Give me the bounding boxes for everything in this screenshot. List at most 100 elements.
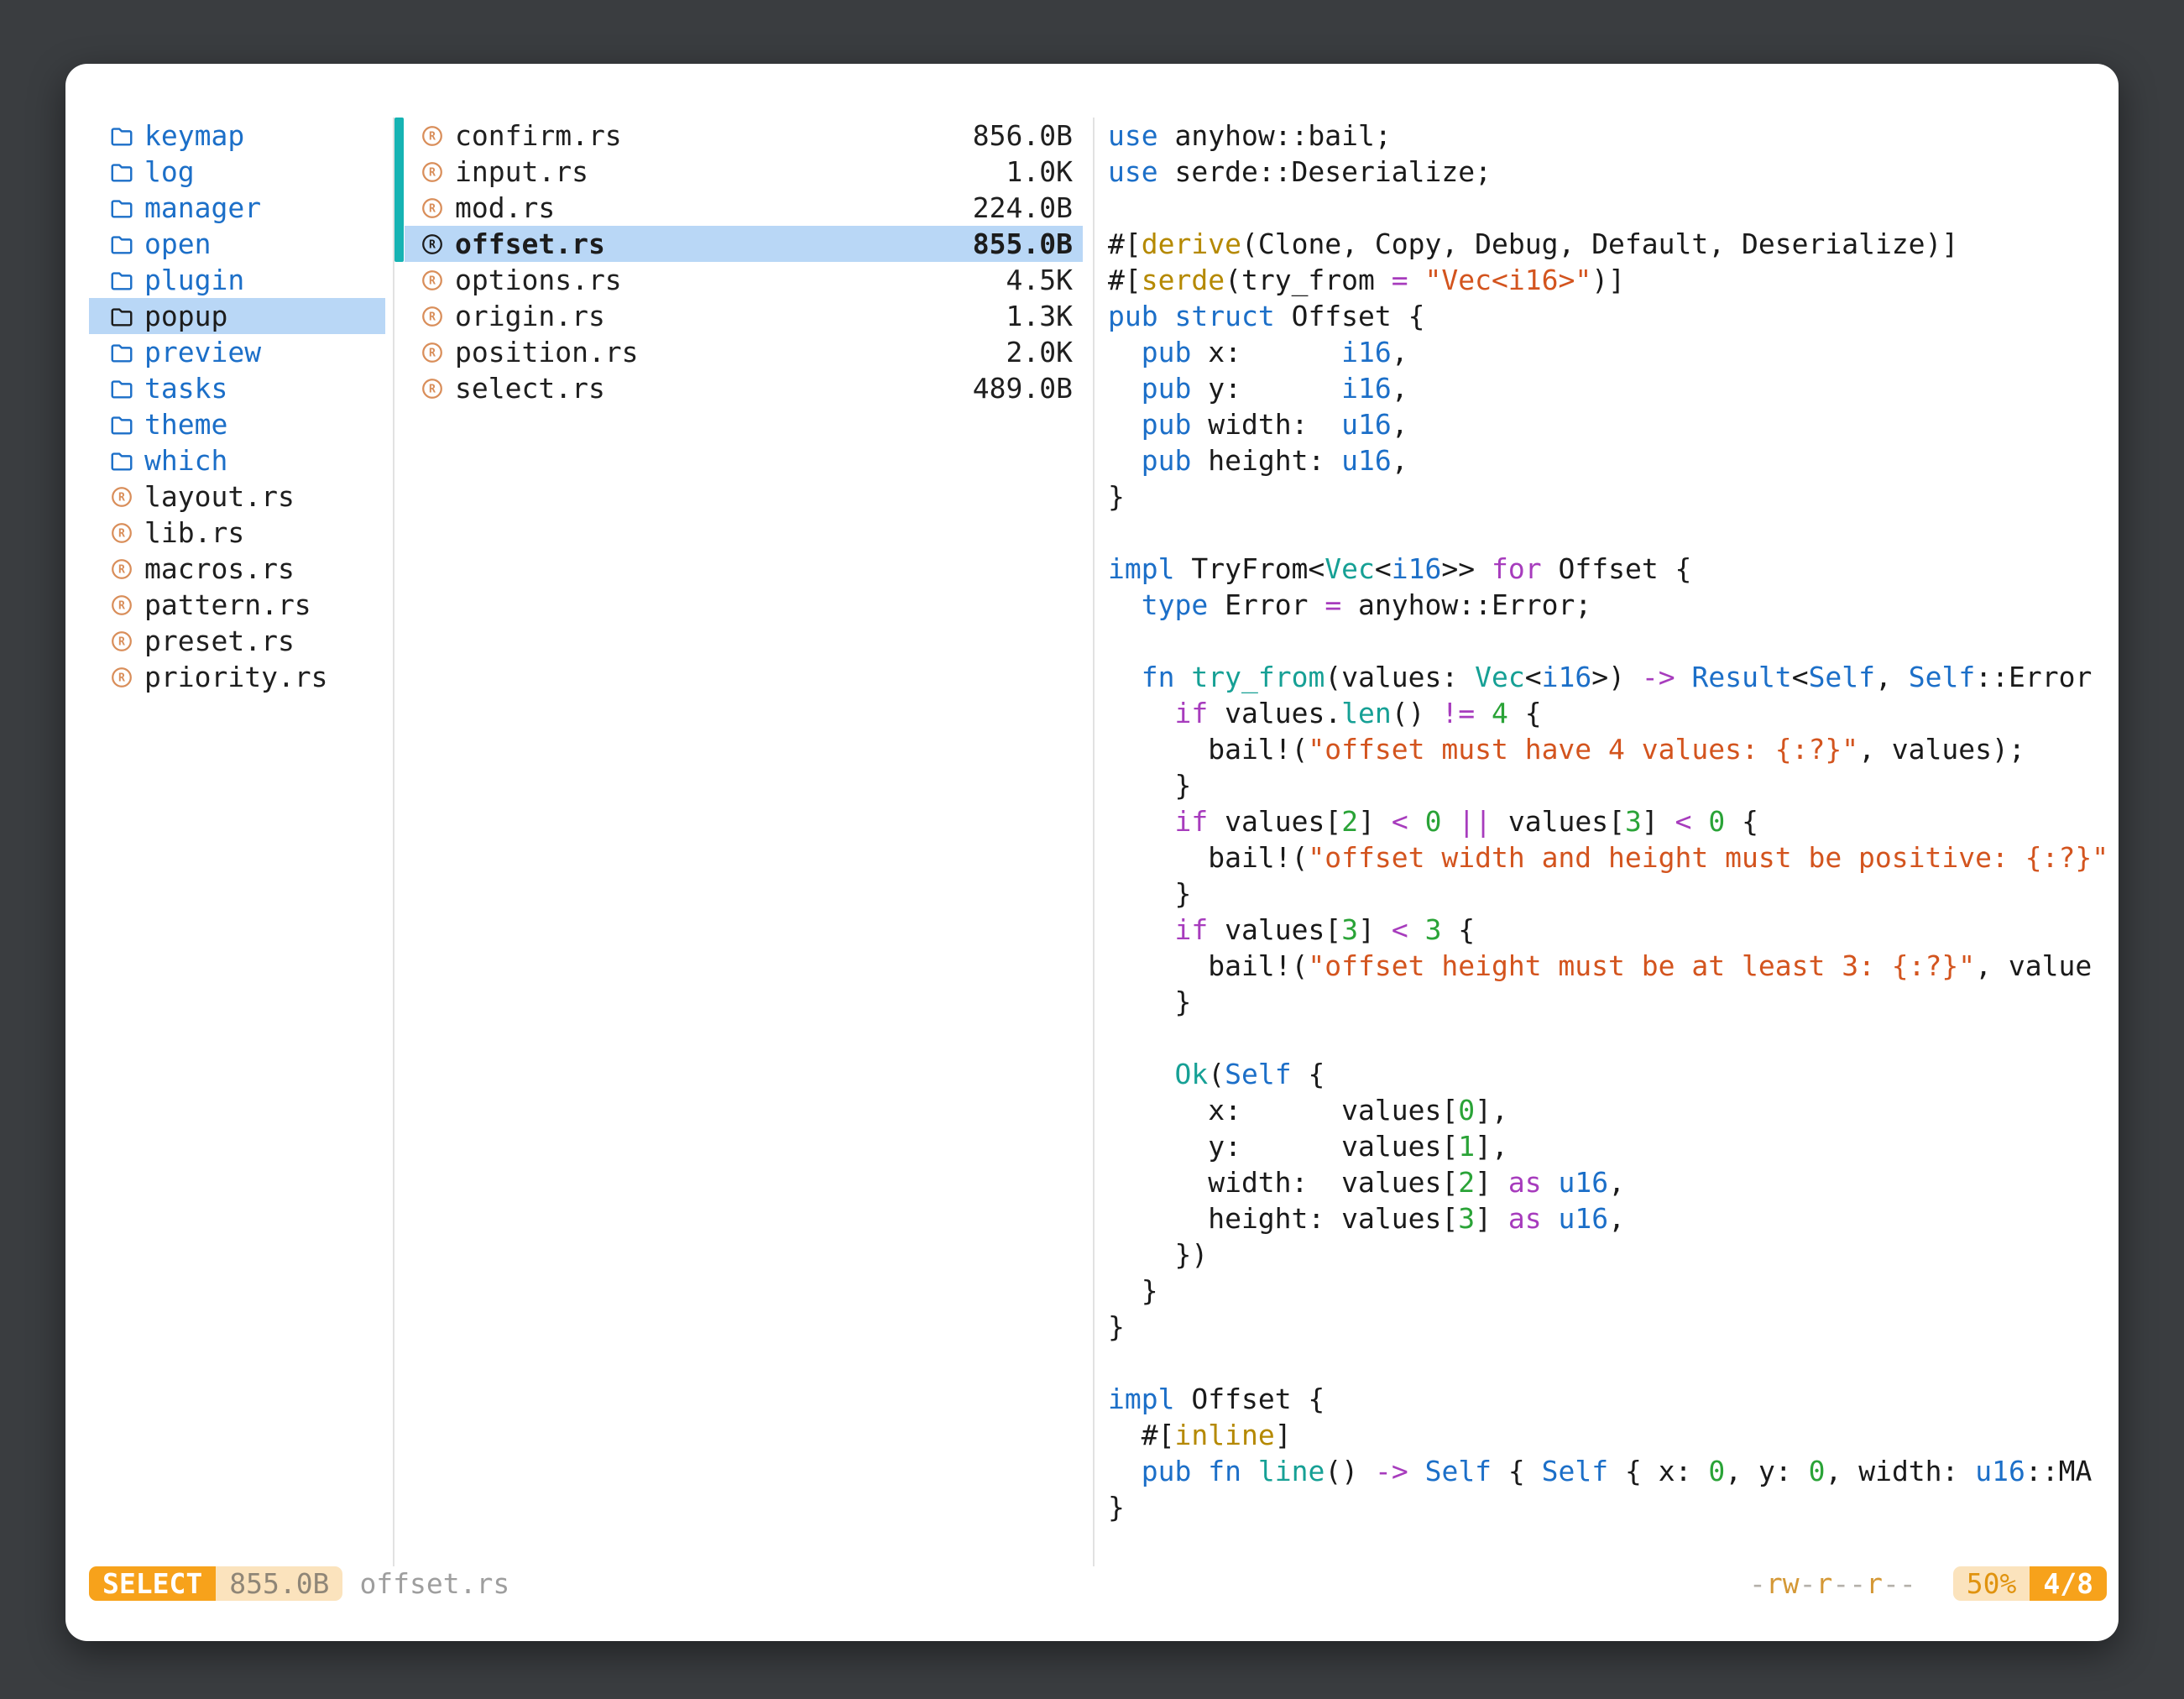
entry-name: lib.rs xyxy=(144,516,244,549)
entry-name: keymap xyxy=(144,119,244,152)
code-line xyxy=(1108,1020,2119,1056)
entry-size: 1.3K xyxy=(1006,300,1073,332)
rust-file-icon: R xyxy=(109,593,134,618)
rust-file-icon: R xyxy=(420,123,445,149)
svg-text:R: R xyxy=(118,635,125,648)
folder-row[interactable]: plugin xyxy=(89,262,385,298)
code-line: pub struct Offset { xyxy=(1108,298,2119,334)
rust-file-icon: R xyxy=(420,159,445,185)
code-line: #[derive(Clone, Copy, Debug, Default, De… xyxy=(1108,226,2119,262)
code-line: type Error = anyhow::Error; xyxy=(1108,587,2119,623)
file-size-badge: 855.0B xyxy=(216,1566,342,1601)
svg-text:R: R xyxy=(429,274,436,287)
file-row[interactable]: Roffset.rs855.0B xyxy=(405,226,1083,262)
code-line: } xyxy=(1108,1489,2119,1525)
code-line: bail!("offset height must be at least 3:… xyxy=(1108,948,2119,984)
status-bar: SELECT 855.0B offset.rs -rw-r--r-- 50% 4… xyxy=(89,1566,2107,1601)
entry-size: 4.5K xyxy=(1006,264,1073,296)
svg-text:R: R xyxy=(118,599,125,612)
file-row[interactable]: Roptions.rs4.5K xyxy=(405,262,1083,298)
svg-text:R: R xyxy=(118,672,125,684)
file-row[interactable]: Rposition.rs2.0K xyxy=(405,334,1083,370)
status-bar-left: SELECT 855.0B offset.rs xyxy=(89,1566,509,1601)
file-row[interactable]: Rlib.rs xyxy=(89,515,385,551)
entry-name: input.rs xyxy=(455,155,588,188)
svg-text:R: R xyxy=(429,311,436,323)
file-row[interactable]: Rmacros.rs xyxy=(89,551,385,587)
file-row[interactable]: Rpattern.rs xyxy=(89,587,385,623)
code-line: if values.len() != 4 { xyxy=(1108,695,2119,731)
code-line: if values[3] < 3 { xyxy=(1108,912,2119,948)
code-line: Ok(Self { xyxy=(1108,1056,2119,1092)
entry-name: select.rs xyxy=(455,372,605,405)
entry-name: open xyxy=(144,227,211,260)
code-line: } xyxy=(1108,984,2119,1020)
rust-file-icon: R xyxy=(420,376,445,401)
folder-row[interactable]: tasks xyxy=(89,370,385,406)
code-line: } xyxy=(1108,767,2119,803)
svg-text:R: R xyxy=(429,383,436,395)
code-line: x: values[0], xyxy=(1108,1092,2119,1128)
preview-pane: use anyhow::bail;use serde::Deserialize;… xyxy=(1095,118,2119,1566)
folder-icon xyxy=(109,232,134,257)
svg-text:R: R xyxy=(118,563,125,576)
entry-name: theme xyxy=(144,408,227,441)
code-line: use anyhow::bail; xyxy=(1108,118,2119,154)
code-line: #[serde(try_from = "Vec<i16>")] xyxy=(1108,262,2119,298)
file-row[interactable]: Rorigin.rs1.3K xyxy=(405,298,1083,334)
folder-row[interactable]: preview xyxy=(89,334,385,370)
code-line: } xyxy=(1108,478,2119,515)
folder-row[interactable]: log xyxy=(89,154,385,190)
folder-row[interactable]: theme xyxy=(89,406,385,442)
folder-icon xyxy=(109,412,134,437)
file-preview-code: use anyhow::bail;use serde::Deserialize;… xyxy=(1108,118,2119,1525)
folder-icon xyxy=(109,196,134,221)
code-line xyxy=(1108,623,2119,659)
file-row[interactable]: Rpreset.rs xyxy=(89,623,385,659)
file-row[interactable]: Rselect.rs489.0B xyxy=(405,370,1083,406)
folder-row[interactable]: popup xyxy=(89,298,385,334)
permissions-text: -rw-r--r-- xyxy=(1749,1567,1916,1600)
code-line: } xyxy=(1108,1309,2119,1345)
folder-row[interactable]: open xyxy=(89,226,385,262)
parent-pane-list: keymaplogmanageropenpluginpopuppreviewta… xyxy=(65,118,393,695)
entry-size: 2.0K xyxy=(1006,336,1073,369)
entry-name: offset.rs xyxy=(455,227,605,260)
folder-row[interactable]: manager xyxy=(89,190,385,226)
rust-file-icon: R xyxy=(109,557,134,582)
entry-name: popup xyxy=(144,300,227,332)
file-row[interactable]: Rinput.rs1.0K xyxy=(405,154,1083,190)
code-line: height: values[3] as u16, xyxy=(1108,1200,2119,1236)
code-line: pub x: i16, xyxy=(1108,334,2119,370)
svg-text:R: R xyxy=(118,527,125,540)
code-line: fn try_from(values: Vec<i16>) -> Result<… xyxy=(1108,659,2119,695)
file-row[interactable]: Rconfirm.rs856.0B xyxy=(405,118,1083,154)
code-line: width: values[2] as u16, xyxy=(1108,1164,2119,1200)
scroll-percent-badge: 50% xyxy=(1953,1566,2030,1601)
rust-file-icon: R xyxy=(420,196,445,221)
code-line: pub y: i16, xyxy=(1108,370,2119,406)
code-line: } xyxy=(1108,876,2119,912)
file-row[interactable]: Rlayout.rs xyxy=(89,478,385,515)
svg-text:R: R xyxy=(429,347,436,359)
folder-icon xyxy=(109,159,134,185)
file-row[interactable]: Rmod.rs224.0B xyxy=(405,190,1083,226)
folder-row[interactable]: which xyxy=(89,442,385,478)
entry-size: 855.0B xyxy=(973,227,1073,260)
code-line: y: values[1], xyxy=(1108,1128,2119,1164)
rust-file-icon: R xyxy=(109,629,134,654)
code-line: use serde::Deserialize; xyxy=(1108,154,2119,190)
entry-name: tasks xyxy=(144,372,227,405)
code-line: }) xyxy=(1108,1236,2119,1273)
rust-file-icon: R xyxy=(420,304,445,329)
entry-name: log xyxy=(144,155,195,188)
mode-badge: SELECT xyxy=(89,1566,216,1601)
svg-text:R: R xyxy=(429,130,436,143)
file-row[interactable]: Rpriority.rs xyxy=(89,659,385,695)
code-line: } xyxy=(1108,1273,2119,1309)
rust-file-icon: R xyxy=(109,665,134,690)
scrollbar-indicator[interactable] xyxy=(394,118,404,262)
entry-name: manager xyxy=(144,191,261,224)
folder-row[interactable]: keymap xyxy=(89,118,385,154)
entry-name: priority.rs xyxy=(144,661,328,693)
